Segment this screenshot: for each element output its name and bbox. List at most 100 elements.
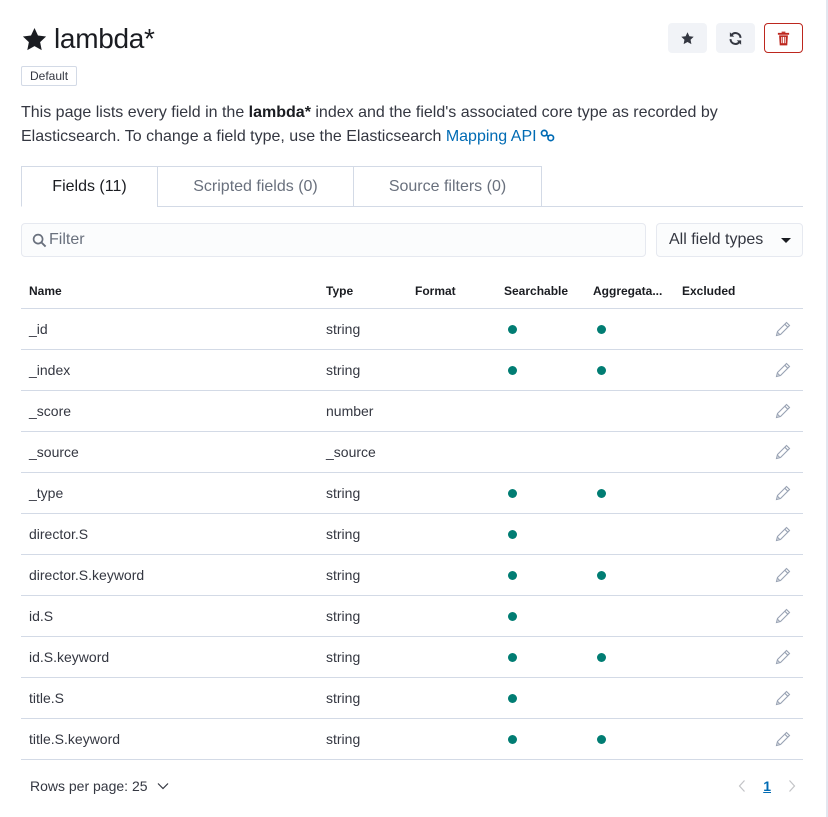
refresh-fields-button[interactable] [716,23,755,53]
rows-per-page-button[interactable]: Rows per page: 25 [30,778,169,794]
field-type: string [326,690,361,706]
edit-field-pencil-icon[interactable] [775,362,791,378]
mapping-api-link-text: Mapping API [445,128,537,145]
field-name: title.S [29,690,65,706]
tab-source-filters[interactable]: Source filters (0) [353,166,542,207]
field-name: title.S.keyword [29,731,121,747]
field-name: id.S [29,608,54,624]
table-row: _score number [21,391,803,432]
searchable-indicator-icon [508,735,517,744]
table-row: id.S.keyword string [21,637,803,678]
page-title: lambda* [54,23,155,54]
field-name: director.S.keyword [29,567,145,583]
previous-page-icon[interactable] [737,779,747,793]
column-header-aggregatable[interactable]: Aggregata... [593,273,662,309]
star-icon [681,31,694,44]
edit-field-pencil-icon[interactable] [775,526,791,542]
edit-field-pencil-icon[interactable] [775,649,791,665]
tab-fields[interactable]: Fields (11) [21,166,158,207]
column-header-searchable[interactable]: Searchable [504,273,568,309]
title-wrap: lambda* [21,22,155,56]
tabs: Fields (11) Scripted fields (0) Source f… [21,166,803,207]
searchable-indicator-icon [508,612,517,621]
edit-field-pencil-icon[interactable] [775,608,791,624]
field-type: string [326,731,361,747]
rows-per-page-label: Rows per page: 25 [30,778,148,794]
header-actions [668,23,803,53]
caret-down-icon [781,238,791,243]
next-page-icon[interactable] [787,779,797,793]
table-row: title.S.keyword string [21,719,803,760]
searchable-indicator-icon [508,653,517,662]
searchable-indicator-icon [508,571,517,580]
edit-field-pencil-icon[interactable] [775,485,791,501]
table-row: _type string [21,473,803,514]
field-name: id.S.keyword [29,649,110,665]
pager: 1 [737,778,797,794]
edit-field-pencil-icon[interactable] [775,690,791,706]
description-index-name: lambda* [248,104,311,121]
table-body: _id string _index string _score number _source… [21,309,803,760]
delete-index-pattern-button[interactable] [764,23,803,53]
edit-field-pencil-icon[interactable] [775,731,791,747]
searchable-indicator-icon [508,325,517,334]
table-row: title.S string [21,678,803,719]
page-description: This page lists every field in the lambd… [21,101,811,149]
filter-field [21,223,646,257]
aggregatable-indicator-icon [597,735,606,744]
searchable-indicator-icon [508,694,517,703]
field-type-select[interactable]: All field types [656,223,803,257]
edit-field-pencil-icon[interactable] [775,321,791,337]
tab-scripted-fields[interactable]: Scripted fields (0) [157,166,354,207]
field-type: string [326,567,361,583]
refresh-icon [729,31,742,45]
field-type: string [326,321,361,337]
table-header: Name Type Format Searchable Aggregata...… [21,273,803,309]
edit-field-pencil-icon[interactable] [775,444,791,460]
table-row: id.S string [21,596,803,637]
field-name: _source [29,444,79,460]
table-row: _index string [21,350,803,391]
set-default-button[interactable] [668,23,707,53]
mapping-api-link[interactable]: Mapping API [446,128,555,145]
star-filled-icon [22,27,47,50]
trash-icon [777,31,790,45]
field-name: director.S [29,526,89,542]
aggregatable-indicator-icon [597,366,606,375]
pagination-bar: Rows per page: 25 1 [21,770,803,806]
edit-field-pencil-icon[interactable] [775,567,791,583]
link-icon [540,129,554,142]
search-icon [32,233,47,247]
aggregatable-indicator-icon [597,653,606,662]
aggregatable-indicator-icon [597,325,606,334]
field-type: string [326,485,361,501]
table-row: _id string [21,309,803,350]
searchable-indicator-icon [508,366,517,375]
column-header-name[interactable]: Name [29,273,62,309]
field-type: string [326,608,361,624]
chevron-down-icon [157,783,168,790]
field-type-select-value: All field types [669,231,764,248]
field-type: number [326,403,374,419]
field-name: _score [29,403,72,419]
fields-table: Name Type Format Searchable Aggregata...… [21,273,803,760]
table-row: _source _source [21,432,803,473]
edit-field-pencil-icon[interactable] [775,403,791,419]
field-type: _source [326,444,376,460]
column-header-format[interactable]: Format [415,273,456,309]
column-header-type[interactable]: Type [326,273,353,309]
field-name: _index [29,362,71,378]
field-name: _type [29,485,64,501]
field-type: string [326,362,361,378]
page-number-button[interactable]: 1 [759,778,775,794]
field-name: _id [29,321,48,337]
field-type: string [326,649,361,665]
table-row: director.S string [21,514,803,555]
aggregatable-indicator-icon [597,571,606,580]
default-badge: Default [21,66,78,86]
description-prefix: This page lists every field in the [21,104,249,121]
searchable-indicator-icon [508,489,517,498]
aggregatable-indicator-icon [597,489,606,498]
filter-input[interactable] [49,231,629,249]
column-header-excluded[interactable]: Excluded [682,273,735,309]
